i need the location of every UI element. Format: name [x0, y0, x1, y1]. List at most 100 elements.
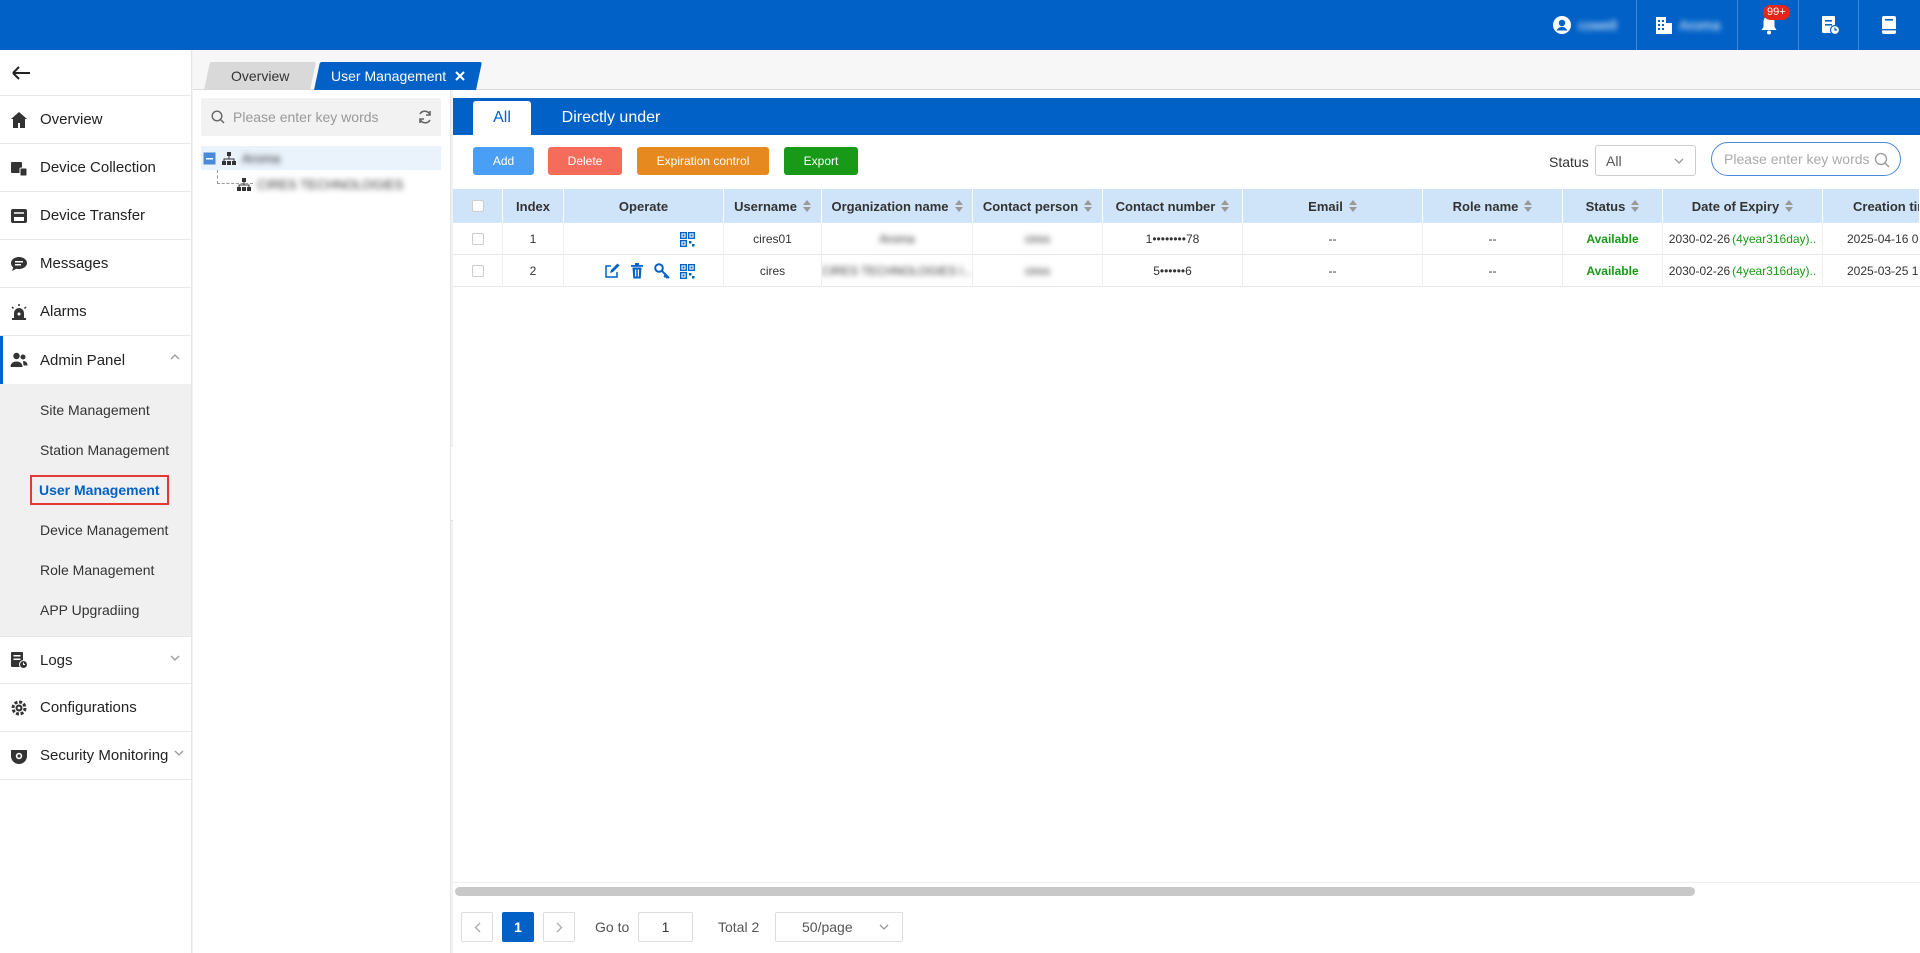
sidebar-subitem-device-management[interactable]: Device Management — [0, 510, 191, 550]
manual-button[interactable] — [1880, 0, 1898, 50]
cell-status: Available — [1563, 223, 1663, 255]
tree-node-root[interactable]: Aroma — [201, 146, 441, 170]
back-button[interactable] — [0, 50, 191, 96]
pagination: 1 Go to 1 Total 2 50/page — [453, 902, 1920, 952]
divider — [1798, 0, 1799, 50]
organization-menu[interactable]: Aroma — [1655, 0, 1720, 50]
goto-page-input[interactable]: 1 — [638, 912, 693, 942]
sort-icon — [1084, 200, 1093, 212]
next-page-button[interactable] — [543, 912, 575, 942]
expiry-remaining: (4year316day).. — [1732, 232, 1817, 246]
sidebar-item-admin-panel[interactable]: Admin Panel — [0, 336, 191, 384]
previous-page-button[interactable] — [461, 912, 493, 942]
sidebar-item-security-monitoring[interactable]: Security Monitoring — [0, 732, 191, 780]
chevron-down-icon — [170, 655, 180, 661]
user-search-input[interactable]: Please enter key words — [1711, 142, 1901, 176]
divider — [1737, 0, 1738, 50]
sidebar-subitem-app-upgrading[interactable]: APP Upgradiing — [0, 590, 191, 630]
table-row[interactable]: 1 cires01 Aroma cires 1••••••••78 -- -- … — [453, 223, 1920, 255]
column-header-contact-number[interactable]: Contact number — [1103, 189, 1243, 223]
cell-creation-time: 2025-03-25 1 — [1847, 264, 1919, 278]
contact-number-text: 1••••••••78 — [1145, 232, 1200, 246]
table-header: Index Operate Username Organization name… — [453, 189, 1920, 223]
add-button[interactable]: Add — [473, 147, 534, 175]
expiration-control-button[interactable]: Expiration control — [637, 147, 769, 175]
divider — [1858, 0, 1859, 50]
sidebar-item-device-transfer[interactable]: Device Transfer — [0, 192, 191, 240]
column-header-label: Email — [1308, 198, 1343, 214]
status-filter-select[interactable]: All — [1595, 145, 1696, 176]
delete-button[interactable]: Delete — [548, 147, 622, 175]
edit-icon[interactable] — [604, 263, 620, 279]
sidebar-subitem-role-management[interactable]: Role Management — [0, 550, 191, 590]
sidebar: Overview Device Collection Device Transf… — [0, 50, 192, 953]
cell-email: -- — [1243, 255, 1423, 287]
column-header-date-of-expiry[interactable]: Date of Expiry — [1663, 189, 1823, 223]
tab-all[interactable]: All — [473, 101, 531, 135]
qr-code-icon[interactable] — [680, 263, 695, 279]
export-button[interactable]: Export — [784, 147, 858, 175]
tree-search-input[interactable]: Please enter key words — [201, 98, 441, 136]
sidebar-subitem-label: Device Management — [40, 522, 169, 538]
sidebar-item-messages[interactable]: Messages — [0, 240, 191, 288]
column-header-contact-person[interactable]: Contact person — [973, 189, 1103, 223]
column-header-role-name[interactable]: Role name — [1423, 189, 1563, 223]
tree-search-placeholder: Please enter key words — [233, 109, 379, 125]
row-checkbox[interactable] — [471, 265, 484, 277]
sidebar-item-logs[interactable]: Logs — [0, 636, 191, 684]
tree-node-child[interactable]: CIRES TECHNOLOGIES — [237, 172, 403, 196]
row-select-cell — [453, 223, 503, 255]
column-header-creation-time[interactable]: Creation tim — [1823, 189, 1920, 223]
page-size-value: 50/page — [802, 919, 853, 935]
column-header-username[interactable]: Username — [724, 189, 822, 223]
table-row[interactable]: 2 cires CIRES TECHNOLOGIES l... cires 5•… — [453, 255, 1920, 287]
sidebar-item-label: Admin Panel — [40, 351, 126, 369]
column-header-label: Status — [1585, 198, 1626, 214]
horizontal-scrollbar[interactable] — [455, 887, 1695, 896]
user-name: cowell — [1578, 17, 1617, 33]
cell-creation-time: 2025-04-16 0 — [1847, 232, 1919, 246]
organization-name: Aroma — [1679, 17, 1721, 33]
sidebar-item-device-collection[interactable]: Device Collection — [0, 144, 191, 192]
sidebar-subitem-site-management[interactable]: Site Management — [0, 390, 191, 430]
close-icon[interactable] — [454, 71, 465, 81]
collapse-square-icon[interactable] — [203, 152, 216, 165]
sidebar-subitem-user-management[interactable]: User Management — [0, 470, 191, 510]
column-header-label: Organization name — [831, 198, 949, 214]
page-size-select[interactable]: 50/page — [775, 912, 903, 942]
key-icon[interactable] — [654, 263, 670, 279]
select-all-checkbox[interactable] — [471, 200, 484, 212]
home-icon — [11, 111, 27, 128]
top-bar: cowell Aroma 99+ — [0, 0, 1920, 50]
sidebar-subitem-station-management[interactable]: Station Management — [0, 430, 191, 470]
column-header-organization[interactable]: Organization name — [822, 189, 973, 223]
column-header-email[interactable]: Email — [1243, 189, 1423, 223]
chevron-left-icon — [474, 922, 480, 932]
sidebar-item-configurations[interactable]: Configurations — [0, 684, 191, 732]
qr-code-icon[interactable] — [680, 231, 695, 247]
sidebar-item-label: Logs — [40, 651, 73, 669]
sidebar-item-alarms[interactable]: Alarms — [0, 288, 191, 336]
trash-icon[interactable] — [630, 263, 644, 279]
row-checkbox[interactable] — [471, 233, 484, 245]
divider — [1636, 0, 1637, 50]
tab-user-management[interactable]: User Management — [314, 62, 482, 90]
alarm-icon — [11, 303, 27, 320]
tab-directly-under[interactable]: Directly under — [551, 101, 671, 135]
chevron-down-icon — [174, 750, 184, 756]
hierarchy-icon — [222, 151, 236, 165]
cell-role-name: -- — [1423, 223, 1563, 255]
sidebar-item-overview[interactable]: Overview — [0, 96, 191, 144]
sort-icon — [1524, 200, 1533, 212]
cell-contact-person: cires — [973, 223, 1103, 255]
refresh-icon[interactable] — [417, 109, 433, 125]
page-number-button[interactable]: 1 — [502, 912, 534, 942]
reports-button[interactable] — [1820, 0, 1840, 50]
tab-overview[interactable]: Overview — [204, 62, 316, 90]
user-menu[interactable]: cowell — [1552, 0, 1617, 50]
column-header-index: Index — [503, 189, 564, 223]
contact-person-text: cires — [1024, 232, 1051, 246]
message-icon — [11, 256, 27, 271]
sidebar-subitem-label: APP Upgradiing — [40, 602, 140, 618]
column-header-status[interactable]: Status — [1563, 189, 1663, 223]
